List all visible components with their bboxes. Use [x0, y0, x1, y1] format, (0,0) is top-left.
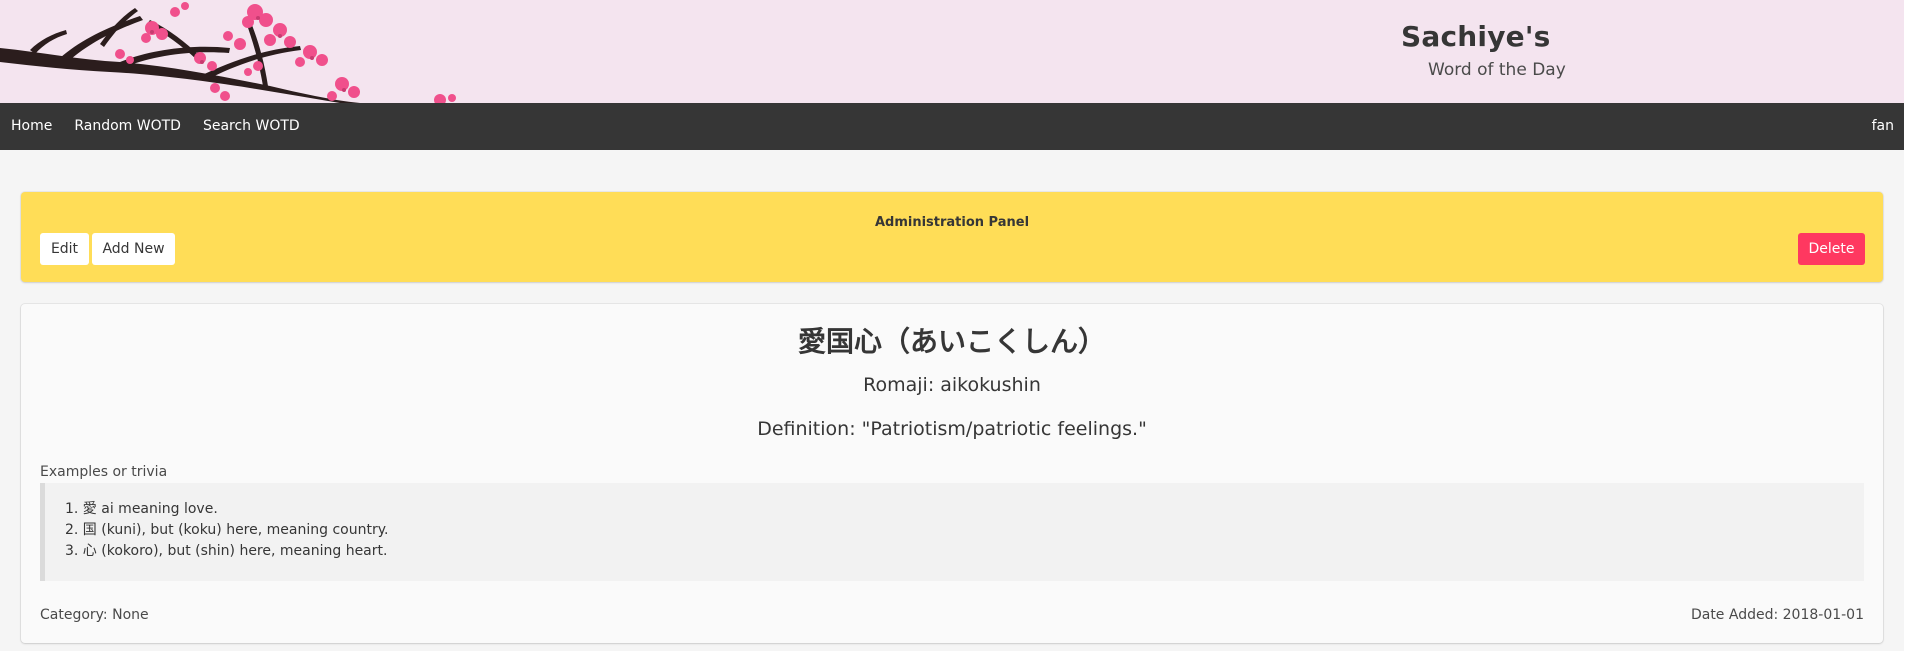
example-item: 3. 心 (kokoro), but (shin) here, meaning …	[65, 543, 388, 559]
admin-panel-title: Administration Panel	[874, 215, 1030, 230]
category-text: Category: None	[40, 607, 149, 623]
add-new-button[interactable]: Add New	[92, 233, 175, 265]
nav-user-menu[interactable]: fan	[1861, 103, 1904, 150]
example-item: 1. 愛 ai meaning love.	[65, 501, 218, 517]
header-banner: Sachiye's Word of the Day	[0, 0, 1904, 103]
example-item: 2. 国 (kuni), but (koku) here, meaning co…	[65, 522, 389, 538]
cherry-blossom-branch-icon	[0, 2, 456, 103]
site-subtitle: Word of the Day	[1428, 60, 1566, 80]
examples-label: Examples or trivia	[40, 464, 168, 480]
romaji-text: Romaji: aikokushin	[863, 374, 1041, 396]
nav-home[interactable]: Home	[0, 103, 63, 150]
word-card: 愛国心（あいこくしん） Romaji: aikokushin Definitio…	[21, 304, 1883, 643]
administration-panel: Administration Panel Edit Add New Delete	[21, 192, 1883, 282]
nav-random-wotd[interactable]: Random WOTD	[63, 103, 192, 150]
site-title: Sachiye's	[1401, 20, 1551, 53]
nav-search-wotd[interactable]: Search WOTD	[192, 103, 311, 150]
examples-list: 1. 愛 ai meaning love. 2. 国 (kuni), but (…	[65, 499, 388, 562]
examples-blockquote: 1. 愛 ai meaning love. 2. 国 (kuni), but (…	[40, 483, 1864, 581]
page: Sachiye's Word of the Day Home Random WO…	[0, 0, 1920, 651]
main-navbar: Home Random WOTD Search WOTD fan	[0, 103, 1904, 150]
edit-button[interactable]: Edit	[40, 233, 89, 265]
word-title: 愛国心（あいこくしん）	[797, 325, 1106, 358]
delete-button[interactable]: Delete	[1798, 233, 1865, 265]
date-added-text: Date Added: 2018-01-01	[1690, 607, 1864, 623]
definition-text: Definition: "Patriotism/patriotic feelin…	[757, 418, 1147, 440]
page-scrollbar[interactable]	[1904, 0, 1920, 651]
